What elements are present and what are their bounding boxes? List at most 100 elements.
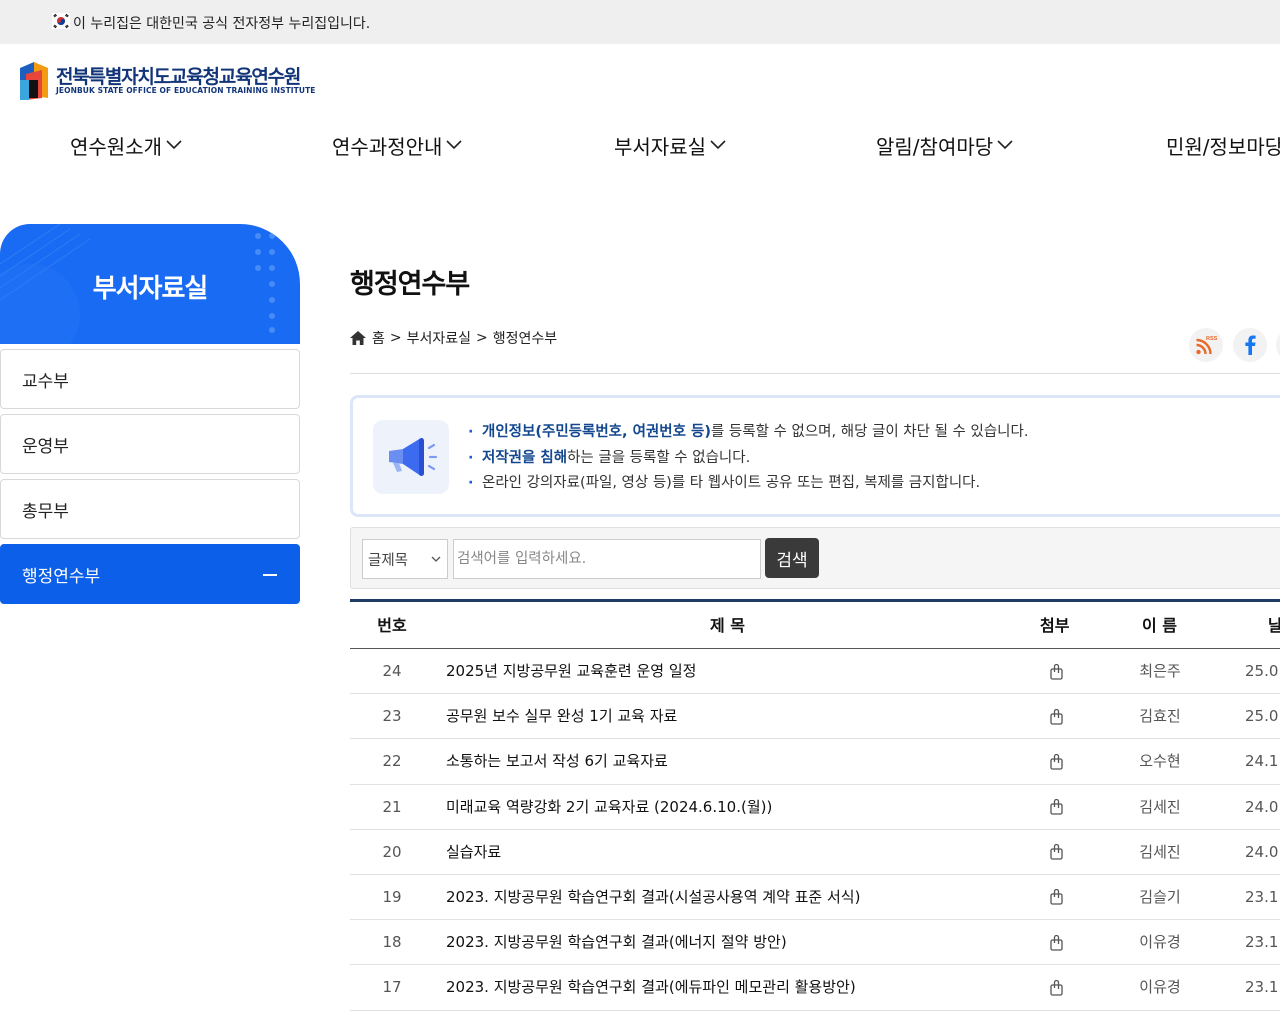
share-button[interactable] [1276, 328, 1280, 362]
row-no: 17 [382, 978, 402, 997]
header-file: 첨부 [1040, 616, 1070, 635]
row-title-link[interactable]: 공무원 보수 실무 완성 1기 교육 자료 [446, 694, 677, 739]
lnb-item-label: 행정연수부 [22, 566, 101, 587]
row-date: 23.1 [1245, 933, 1279, 952]
lnb-item-operations[interactable]: 운영부 [0, 414, 300, 474]
attachment-icon [1049, 844, 1063, 860]
rss-label: RSS [1206, 336, 1218, 342]
row-author: 김슬기 [1139, 887, 1181, 906]
notice-item: 개인정보(주민등록번호, 여권번호 등)를 등록할 수 없으며, 해당 글이 차… [467, 420, 1028, 446]
gnb-item-courses[interactable]: 연수과정안내 [332, 130, 462, 160]
table-row[interactable]: 17 2023. 지방공무원 학습연구회 결과(에듀파인 메모관리 활용방안) 이유… [350, 965, 1280, 1011]
header-title: 제 목 [710, 616, 746, 635]
row-attachment[interactable] [1046, 649, 1066, 694]
page-title: 행정연수부 [350, 269, 470, 300]
row-title-link[interactable]: 2023. 지방공무원 학습연구회 결과(에너지 절약 방안) [446, 920, 787, 965]
chevron-down-icon [431, 556, 441, 562]
row-author: 이유경 [1139, 933, 1181, 952]
gnb-item-notice[interactable]: 알림/참여마당 [876, 130, 1013, 160]
row-date: 24.0 [1245, 797, 1279, 816]
table-row[interactable]: 19 2023. 지방공무원 학습연구회 결과(시설공사용역 계약 표준 서식) 김… [350, 875, 1280, 921]
lnb-item-faculty[interactable]: 교수부 [0, 349, 300, 409]
gnb-item-label: 부서자료실 [614, 134, 706, 159]
chevron-down-icon [997, 140, 1013, 150]
row-author: 이유경 [1139, 978, 1181, 997]
megaphone-icon [389, 438, 438, 476]
row-title-link[interactable]: 미래교육 역량강화 2기 교육자료 (2024.6.10.(월)) [446, 785, 772, 830]
attachment-icon [1049, 663, 1063, 680]
breadcrumb-level1[interactable]: 부서자료실 [407, 328, 471, 348]
row-date: 24.0 [1245, 842, 1279, 861]
row-title-link[interactable]: 2023. 지방공무원 학습연구회 결과(시설공사용역 계약 표준 서식) [446, 875, 860, 920]
row-date: 25.0 [1245, 707, 1279, 726]
row-author: 김효진 [1139, 707, 1181, 726]
table-row[interactable]: 21 미래교육 역량강화 2기 교육자료 (2024.6.10.(월)) 김세진 24… [350, 785, 1280, 830]
row-no: 20 [382, 842, 402, 861]
logo-name-kr: 전북특별자치도교육청교육연수원 [56, 66, 301, 88]
gnb-item-intro[interactable]: 연수원소개 [70, 130, 182, 160]
table-row[interactable]: 22 소통하는 보고서 작성 6기 교육자료 오수현 24.1 [350, 739, 1280, 785]
notice-item: 온라인 강의자료(파일, 영상 등)를 타 웹사이트 공유 또는 편집, 복제를… [467, 471, 1028, 497]
search-button[interactable]: 검색 [765, 538, 819, 578]
row-author: 오수현 [1139, 752, 1181, 771]
header-no: 번호 [377, 616, 407, 635]
lnb-item-label: 운영부 [22, 436, 69, 457]
site-logo[interactable]: 전북특별자치도교육청교육연수원 JEONBUK STATE OFFICE OF … [16, 58, 316, 102]
gnb-item-label: 알림/참여마당 [876, 134, 994, 159]
search-box: 글제목 검색 [350, 527, 1280, 589]
row-title-link[interactable]: 소통하는 보고서 작성 6기 교육자료 [446, 739, 668, 784]
table-row[interactable]: 20 실습자료 김세진 24.0 [350, 830, 1280, 875]
search-field-select[interactable]: 글제목 [362, 539, 448, 579]
row-attachment[interactable] [1046, 694, 1066, 739]
search-input[interactable] [453, 539, 761, 579]
attachment-icon [1049, 979, 1063, 996]
logo-mark-icon [20, 62, 48, 100]
lnb-item-admin-training[interactable]: 행정연수부 [0, 544, 300, 604]
row-attachment[interactable] [1046, 920, 1066, 965]
gnb-item-civil[interactable]: 민원/정보마당 [1166, 130, 1280, 160]
lnb-item-label: 교수부 [22, 371, 69, 392]
row-title-link[interactable]: 2023. 지방공무원 학습연구회 결과(에듀파인 메모관리 활용방안) [446, 965, 856, 1010]
search-field-select-value: 글제목 [368, 552, 409, 569]
row-author: 김세진 [1139, 842, 1181, 861]
attachment-icon [1049, 753, 1063, 770]
row-no: 23 [382, 707, 402, 726]
row-attachment[interactable] [1046, 785, 1066, 830]
breadcrumb-home[interactable]: 홈 [372, 328, 385, 348]
row-author: 김세진 [1139, 797, 1181, 816]
table-row[interactable]: 23 공무원 보수 실무 완성 1기 교육 자료 김효진 25.0 [350, 694, 1280, 740]
facebook-share-button[interactable] [1233, 328, 1267, 362]
breadcrumb-level2[interactable]: 행정연수부 [493, 328, 557, 348]
gov-banner-text: 이 누리집은 대한민국 공식 전자정부 누리집입니다. [73, 16, 371, 32]
header-date: 날 [1268, 616, 1280, 635]
notice-item-emphasis: 개인정보(주민등록번호, 여권번호 등) [482, 424, 711, 440]
lnb-header: 부서자료실 [0, 224, 300, 344]
rss-button[interactable]: RSS [1189, 328, 1223, 362]
row-no: 21 [382, 797, 402, 816]
chevron-down-icon [446, 140, 462, 150]
table-row[interactable]: 18 2023. 지방공무원 학습연구회 결과(에너지 절약 방안) 이유경 23.1 [350, 920, 1280, 966]
row-attachment[interactable] [1046, 965, 1066, 1010]
notice-box: 개인정보(주민등록번호, 여권번호 등)를 등록할 수 없으며, 해당 글이 차… [350, 395, 1280, 517]
row-author: 최은주 [1139, 662, 1181, 680]
row-attachment[interactable] [1046, 739, 1066, 784]
gnb-item-dept-archive[interactable]: 부서자료실 [614, 130, 726, 160]
row-title-link[interactable]: 실습자료 [446, 830, 501, 875]
rss-icon: RSS [1196, 336, 1218, 355]
attachment-icon [1049, 934, 1063, 951]
row-title-link[interactable]: 2025년 지방공무원 교육훈련 운영 일정 [446, 649, 696, 694]
lnb-item-general-affairs[interactable]: 총무부 [0, 479, 300, 539]
row-attachment[interactable] [1046, 875, 1066, 920]
header-divider [350, 373, 1280, 374]
facebook-icon [1245, 335, 1256, 355]
gnb-item-label: 연수과정안내 [332, 134, 443, 159]
breadcrumb: 홈 > 부서자료실 > 행정연수부 [350, 328, 557, 348]
row-attachment[interactable] [1046, 830, 1066, 875]
minus-icon [263, 574, 277, 576]
attachment-icon [1049, 708, 1063, 725]
row-no: 24 [382, 662, 402, 680]
table-row[interactable]: 24 2025년 지방공무원 교육훈련 운영 일정 최은주 25.0 [350, 649, 1280, 695]
chevron-down-icon [710, 140, 726, 150]
row-date: 23.1 [1245, 887, 1279, 906]
lnb-title: 부서자료실 [92, 274, 209, 304]
